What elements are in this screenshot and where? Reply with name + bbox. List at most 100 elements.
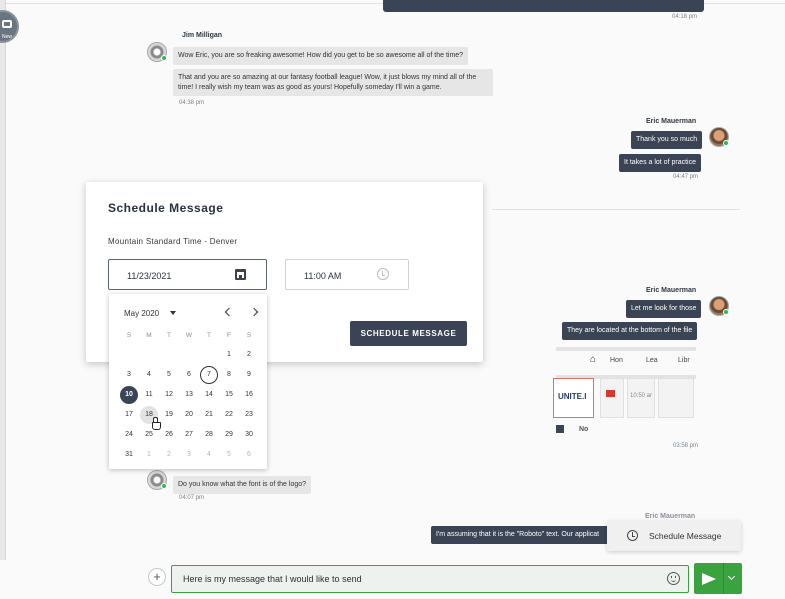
calendar-day[interactable]: 20 [180,406,198,424]
image-attachment[interactable]: ⌂ Hon Lea Libr UNITE.I 10:50 ar No [552,343,704,438]
message-timestamp: 04:18 pm [672,14,698,20]
thumb-row [556,347,696,351]
calendar-day[interactable]: 3 [180,446,198,464]
calendar-day[interactable]: 1 [220,346,238,364]
calendar-day[interactable]: 16 [240,386,258,404]
calendar-day[interactable]: 26 [160,426,178,444]
next-month-icon[interactable] [249,307,259,317]
calendar-day[interactable]: 31 [120,446,138,464]
weekday-header: S [126,332,132,339]
online-status-dot [723,309,729,315]
weekday-header: M [146,332,152,339]
online-status-dot [161,55,167,61]
calendar-day[interactable]: 28 [200,426,218,444]
new-chat-label: New [2,34,13,40]
calendar-day[interactable]: 6 [180,366,198,384]
calendar-day[interactable]: 2 [160,446,178,464]
calendar-day[interactable]: 13 [180,386,198,404]
schedule-context-menu: Schedule Message [607,521,741,551]
previous-month-icon[interactable] [224,307,234,317]
calendar-day[interactable]: 12 [160,386,178,404]
schedule-message-button[interactable]: SCHEDULE MESSAGE [350,321,467,346]
calendar-day[interactable]: 19 [160,406,178,424]
calendar-day[interactable]: 29 [220,426,238,444]
chat-app: New 04:18 pm Jim Milligan Wow Eric, you … [0,0,785,599]
home-icon: ⌂ [590,354,597,365]
message-input-text: Here is my message that I would like to … [183,574,362,584]
message-bubble[interactable]: I'm assuming that it is the "Roboto" tex… [431,526,611,544]
calendar-day[interactable]: 27 [180,426,198,444]
message-bubble[interactable]: Wow Eric, you are so freaking awesome! H… [173,47,469,65]
calendar-day[interactable]: 2 [240,346,258,364]
message-bubble[interactable]: It takes a lot of practice [619,154,701,172]
message-input[interactable]: Here is my message that I would like to … [171,565,689,593]
calendar-day[interactable]: 3 [120,366,138,384]
weekday-header: T [207,332,211,339]
online-status-dot [723,140,729,146]
chat-icon [2,20,12,28]
message-timestamp: 04:38 pm [179,100,205,106]
send-separator [723,563,724,594]
calendar-day[interactable]: 4 [140,366,158,384]
calendar-day[interactable]: 1 [140,446,158,464]
calendar-day[interactable]: 5 [220,446,238,464]
message-timestamp: 03:58 pm [673,443,699,449]
calendar-day[interactable]: 22 [220,406,238,424]
thumb-text: 10:50 ar [630,393,653,399]
send-button[interactable] [694,563,742,594]
calendar-day[interactable]: 6 [240,446,258,464]
calendar-day[interactable]: 24 [120,426,138,444]
new-chat-button[interactable]: New [0,10,19,43]
calendar-day[interactable]: 7 [200,366,218,384]
chevron-down-icon[interactable] [727,572,736,581]
weekday-header: F [227,332,231,339]
month-selector[interactable]: May 2020 [124,309,159,318]
weekday-header: S [246,332,252,339]
send-icon [702,573,716,585]
calendar-day[interactable]: 30 [240,426,258,444]
doc-icon [556,425,564,433]
clock-icon [627,530,638,541]
message-timestamp: 04:07 pm [179,495,205,501]
date-field[interactable]: 11/23/2021 [108,259,267,290]
dialog-title: Schedule Message [108,201,224,215]
calendar-day[interactable]: 9 [240,366,258,384]
message-bubble[interactable]: They are located at the bottom of the fi… [562,322,698,340]
message-bubble[interactable]: Thank you so much [631,131,703,149]
calendar-day[interactable]: 21 [200,406,218,424]
message-bubble[interactable]: That and you are so amazing at our fanta… [173,69,493,96]
date-picker-popup: May 2020 S M T W T F S 1 2 3 4 5 6 7 8 9 10 11 12 13 14 15 16 1… [109,294,267,469]
calendar-day[interactable]: 15 [220,386,238,404]
timezone-label: Mountain Standard Time - Denver [108,237,238,246]
weekday-header: W [185,332,193,339]
thumb-text: Hon [610,357,623,364]
thumb-text: Lea [646,357,658,364]
calendar-day[interactable]: 11 [140,386,158,404]
time-value: 11:00 AM [304,271,342,281]
message-bubble[interactable]: Do you know what the font is of the logo… [173,476,312,494]
calendar-day[interactable]: 8 [220,366,238,384]
time-field[interactable]: 11:00 AM [285,259,409,290]
thumb-logo-text: UNITE.I [558,392,587,401]
thumb-tile [600,378,624,418]
add-attachment-button[interactable]: + [148,568,166,586]
thumb-text: Libr [678,357,690,364]
thumb-tile [658,378,694,418]
message-bubble[interactable]: Let me look for those [626,300,702,318]
calendar-day[interactable]: 4 [200,446,218,464]
thumb-text: No [579,426,589,433]
hand-cursor-icon [152,417,161,430]
emoji-icon[interactable] [667,572,680,585]
calendar-day[interactable]: 17 [120,406,138,424]
calendar-day[interactable]: 14 [200,386,218,404]
calendar-day[interactable]: 10 [120,386,138,404]
calendar-icon[interactable] [235,269,246,280]
calendar-day[interactable]: 23 [240,406,258,424]
calendar-day[interactable]: 5 [160,366,178,384]
message-author: Eric Mauerman [645,513,696,520]
schedule-message-menu-item[interactable]: Schedule Message [649,531,721,541]
left-rail [0,0,6,599]
weekday-header: T [167,332,171,339]
caret-down-icon[interactable] [170,311,176,315]
clock-icon[interactable] [377,268,389,280]
